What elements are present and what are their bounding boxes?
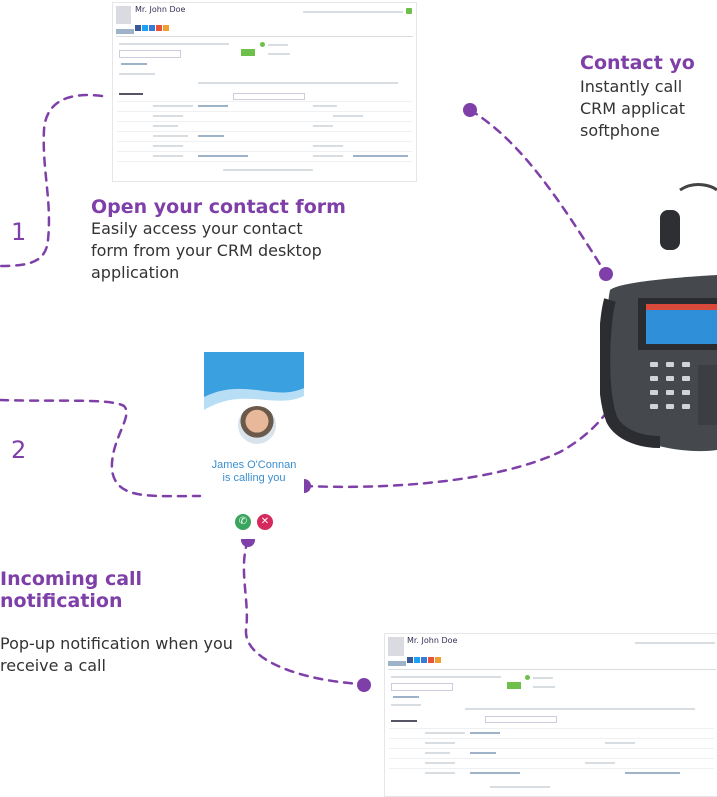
reject-call-button[interactable]: ✕: [257, 514, 273, 530]
crm-contact-form-screenshot: Mr. John Doe: [112, 2, 417, 182]
accept-call-button[interactable]: ✆: [235, 514, 251, 530]
step-number-1: 1: [11, 218, 27, 246]
phone-accept-icon: ✆: [238, 516, 248, 527]
contact-name-2: Mr. John Doe: [407, 636, 458, 645]
caller-name-line: James O'Connan: [211, 459, 297, 471]
contact-name: Mr. John Doe: [135, 5, 186, 14]
social-icons: [135, 16, 170, 35]
step-number-2: 2: [11, 436, 27, 464]
incoming-call-heading: Incoming call notification: [0, 568, 143, 612]
calling-status-line: is calling you: [222, 472, 286, 484]
connector-step2: [0, 398, 202, 498]
contact-avatar: [116, 6, 131, 24]
incoming-call-popup: James O'Connan is calling you ✆ ✕: [204, 352, 304, 539]
contact-call-heading: Contact yo: [580, 52, 695, 74]
contact-call-description: Instantly call CRM applicat softphone: [580, 77, 686, 140]
connector-dot: [463, 103, 477, 117]
desk-phone-image: [598, 180, 717, 470]
caller-avatar: [236, 404, 278, 446]
contact-avatar-2: [388, 637, 404, 656]
connector-dot: [357, 678, 371, 692]
contact-form-description: Easily access your contact form from you…: [91, 219, 322, 282]
caller-name: James O'Connan is calling you: [204, 459, 304, 485]
social-icons-2: [407, 648, 442, 667]
connector-popup-to-crm: [242, 538, 362, 686]
reject-call-icon: ✕: [260, 516, 270, 527]
incoming-call-description: Pop-up notification when you receive a c…: [0, 634, 233, 675]
crm-contact-form-screenshot-2: Mr. John Doe: [384, 633, 717, 797]
desk-phone-drawing: [598, 183, 717, 452]
connector-popup-to-phone: [302, 374, 626, 489]
contact-form-heading: Open your contact form: [91, 196, 346, 218]
